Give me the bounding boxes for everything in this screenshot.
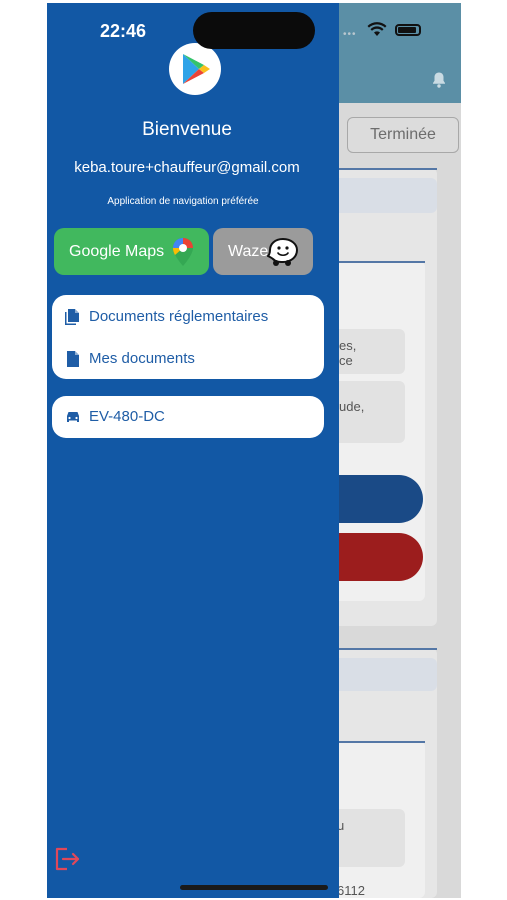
logout-icon[interactable] [53, 846, 81, 872]
waze-icon [267, 237, 299, 266]
phone-screen: Terminée es, ce ude, u 6112 ••• 22:46 Bi… [47, 3, 461, 898]
home-indicator[interactable] [180, 885, 328, 890]
vehicle-plate: EV-480-DC [89, 408, 165, 425]
bell-icon[interactable] [430, 71, 448, 89]
vehicle-card[interactable]: EV-480-DC [52, 396, 324, 438]
vehicle-row[interactable]: EV-480-DC [52, 403, 324, 431]
play-store-icon [169, 43, 221, 95]
wifi-icon [367, 22, 387, 36]
menu-item-label: Mes documents [89, 350, 195, 367]
menu-item-documents-reglementaires[interactable]: Documents réglementaires [52, 303, 324, 331]
status-time: 22:46 [100, 21, 147, 41]
menu-item-label: Documents réglementaires [89, 308, 269, 325]
document-icon [67, 351, 79, 367]
waze-button[interactable]: Waze [213, 228, 313, 275]
google-maps-icon [173, 238, 193, 266]
address-fragment: 6112 [337, 883, 365, 898]
address-fragment: es, ce [339, 338, 357, 368]
address-fragment: ude, [339, 399, 365, 414]
menu-item-mes-documents[interactable]: Mes documents [52, 345, 324, 373]
battery-icon [395, 24, 421, 36]
welcome-title: Bienvenue [142, 119, 232, 140]
google-maps-label: Google Maps [69, 242, 165, 260]
nav-app-label: Application de navigation préférée [107, 196, 259, 207]
dynamic-island [193, 12, 315, 49]
waze-label: Waze [228, 242, 269, 260]
signal-dots: ••• [343, 29, 357, 40]
documents-menu-card: Documents réglementaires Mes documents [52, 295, 324, 379]
tab-terminee[interactable]: Terminée [347, 117, 459, 153]
documents-icon [65, 309, 79, 325]
car-icon [67, 412, 79, 422]
navigation-drawer: 22:46 Bienvenue keba.toure+chauffeur@gma… [47, 3, 339, 898]
user-email: keba.toure+chauffeur@gmail.com [74, 159, 300, 176]
google-maps-button[interactable]: Google Maps [54, 228, 209, 275]
